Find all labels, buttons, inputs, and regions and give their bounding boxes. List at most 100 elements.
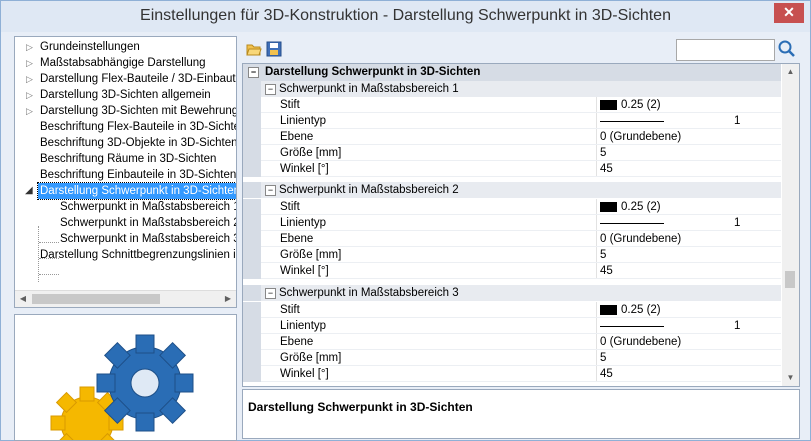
collapse-icon[interactable]: − bbox=[265, 185, 276, 196]
settings-tree[interactable]: ▷ Grundeinstellungen ▷ Maßstabsabhängige… bbox=[14, 36, 237, 308]
collapse-icon[interactable]: − bbox=[248, 67, 259, 78]
property-row-winkel[interactable]: Winkel [°] 45 bbox=[243, 161, 781, 177]
property-name: Ebene bbox=[280, 336, 314, 348]
property-value[interactable]: 5 bbox=[600, 350, 606, 366]
property-value[interactable]: 45 bbox=[600, 263, 613, 279]
tree-item-label: Grundeinstellungen bbox=[40, 41, 140, 53]
property-value[interactable]: 45 bbox=[600, 161, 613, 177]
expand-arrow-icon[interactable]: ▷ bbox=[26, 39, 36, 55]
grid-section-header[interactable]: − Darstellung Schwerpunkt in 3D-Sichten bbox=[243, 64, 781, 81]
tree-item-beschriftung-einbauteile[interactable]: Beschriftung Einbauteile in 3D-Sichten bbox=[40, 167, 236, 183]
line-sample bbox=[600, 223, 664, 224]
property-name: Linientyp bbox=[280, 320, 327, 332]
property-row-linientyp[interactable]: Linientyp 1 bbox=[243, 318, 781, 334]
tree-item-label: Beschriftung Einbauteile in 3D-Sichten bbox=[40, 169, 237, 181]
folder-open-icon[interactable] bbox=[246, 41, 262, 57]
group-header[interactable]: − Schwerpunkt in Maßstabsbereich 3 bbox=[243, 285, 781, 301]
property-value[interactable]: 1 bbox=[734, 318, 740, 334]
tree-item-label: Darstellung Schnittbegrenzungslinien in … bbox=[40, 249, 236, 261]
close-button[interactable]: ✕ bbox=[774, 3, 804, 23]
property-name: Linientyp bbox=[280, 217, 327, 229]
tree-item-bereich-2[interactable]: Schwerpunkt in Maßstabsbereich 2 bbox=[60, 215, 237, 231]
window-title: Einstellungen für 3D-Konstruktion - Dars… bbox=[140, 7, 671, 24]
scroll-right-icon[interactable]: ▶ bbox=[220, 291, 236, 307]
property-value[interactable]: 1 bbox=[734, 215, 740, 231]
tree-item-beschriftung-3d[interactable]: Beschriftung 3D-Objekte in 3D-Sichten bbox=[40, 135, 237, 151]
tree-item-label: Schwerpunkt in Maßstabsbereich 1 bbox=[60, 201, 237, 213]
tree-item-label: Schwerpunkt in Maßstabsbereich 2 bbox=[60, 217, 237, 229]
property-name: Stift bbox=[280, 201, 300, 213]
tree-item-label: Beschriftung 3D-Objekte in 3D-Sichten bbox=[40, 137, 237, 149]
scroll-up-icon[interactable]: ▲ bbox=[782, 64, 799, 80]
property-row-ebene[interactable]: Ebene 0 (Grundebene) bbox=[243, 231, 781, 247]
collapse-arrow-icon[interactable]: ◢ bbox=[25, 183, 35, 199]
property-name: Größe [mm] bbox=[280, 147, 342, 159]
description-title: Darstellung Schwerpunkt in 3D-Sichten bbox=[248, 400, 473, 414]
property-row-winkel[interactable]: Winkel [°] 45 bbox=[243, 263, 781, 279]
tree-item-label: Darstellung Flex-Bauteile / 3D-Einbautei… bbox=[40, 73, 237, 85]
collapse-icon[interactable]: − bbox=[265, 84, 276, 95]
save-settings-icon[interactable] bbox=[266, 41, 282, 57]
property-value[interactable]: 0 (Grundebene) bbox=[600, 334, 681, 350]
property-value[interactable]: 5 bbox=[600, 145, 606, 161]
property-row-stift[interactable]: Stift 0.25 (2) bbox=[243, 302, 781, 318]
collapse-icon[interactable]: − bbox=[265, 288, 276, 299]
property-value[interactable]: 0.25 (2) bbox=[621, 199, 661, 215]
pen-color-swatch bbox=[600, 100, 617, 110]
property-name: Ebene bbox=[280, 233, 314, 245]
property-row-linientyp[interactable]: Linientyp 1 bbox=[243, 113, 781, 129]
tree-item-label: Maßstabsabhängige Darstellung bbox=[40, 57, 206, 69]
property-value[interactable]: 0.25 (2) bbox=[621, 302, 661, 318]
property-name: Winkel [°] bbox=[280, 163, 329, 175]
property-value[interactable]: 5 bbox=[600, 247, 606, 263]
property-row-groesse[interactable]: Größe [mm] 5 bbox=[243, 145, 781, 161]
property-value[interactable]: 0 (Grundebene) bbox=[600, 231, 681, 247]
expand-arrow-icon[interactable]: ▷ bbox=[26, 71, 36, 87]
magnifier-icon[interactable] bbox=[777, 39, 797, 59]
property-row-ebene[interactable]: Ebene 0 (Grundebene) bbox=[243, 129, 781, 145]
tree-item-beschriftung-raeume[interactable]: Beschriftung Räume in 3D-Sichten bbox=[40, 151, 216, 167]
settings-window: Einstellungen für 3D-Konstruktion - Dars… bbox=[0, 0, 811, 441]
property-row-stift[interactable]: Stift 0.25 (2) bbox=[243, 199, 781, 215]
group-title: Schwerpunkt in Maßstabsbereich 2 bbox=[279, 184, 459, 196]
property-value[interactable]: 1 bbox=[734, 113, 740, 129]
property-row-linientyp[interactable]: Linientyp 1 bbox=[243, 215, 781, 231]
tree-item-label: Darstellung 3D-Sichten allgemein bbox=[40, 89, 211, 101]
property-row-winkel[interactable]: Winkel [°] 45 bbox=[243, 366, 781, 382]
group-title: Schwerpunkt in Maßstabsbereich 1 bbox=[279, 83, 459, 95]
property-value[interactable]: 45 bbox=[600, 366, 613, 382]
property-name: Stift bbox=[280, 304, 300, 316]
expand-arrow-icon[interactable]: ▷ bbox=[26, 103, 36, 119]
property-name: Größe [mm] bbox=[280, 249, 342, 261]
group-header[interactable]: − Schwerpunkt in Maßstabsbereich 2 bbox=[243, 182, 781, 198]
tree-item-bereich-1[interactable]: Schwerpunkt in Maßstabsbereich 1 bbox=[60, 199, 237, 215]
property-value[interactable]: 0.25 (2) bbox=[621, 97, 661, 113]
scroll-left-icon[interactable]: ◀ bbox=[15, 291, 31, 307]
scroll-down-icon[interactable]: ▼ bbox=[782, 370, 799, 386]
scrollbar-thumb[interactable] bbox=[32, 294, 160, 304]
tree-item-schnittbegrenzung[interactable]: Darstellung Schnittbegrenzungslinien in … bbox=[40, 247, 236, 263]
property-value[interactable]: 0 (Grundebene) bbox=[600, 129, 681, 145]
tree-item-label: Beschriftung Räume in 3D-Sichten bbox=[40, 153, 217, 165]
group-header[interactable]: − Schwerpunkt in Maßstabsbereich 1 bbox=[243, 81, 781, 97]
gears-icon bbox=[50, 334, 194, 440]
pen-color-swatch bbox=[600, 305, 617, 315]
expand-arrow-icon[interactable]: ▷ bbox=[26, 55, 36, 71]
tree-item-beschriftung-flex[interactable]: Beschriftung Flex-Bauteile in 3D-Sichten bbox=[40, 119, 236, 135]
tree-item-bereich-3[interactable]: Schwerpunkt in Maßstabsbereich 3 bbox=[60, 231, 236, 247]
property-row-groesse[interactable]: Größe [mm] 5 bbox=[243, 247, 781, 263]
search-input[interactable] bbox=[676, 39, 775, 61]
grid-vertical-scrollbar[interactable]: ▲ ▼ bbox=[782, 64, 799, 386]
property-grid[interactable]: − Darstellung Schwerpunkt in 3D-Sichten … bbox=[242, 63, 800, 387]
property-name: Größe [mm] bbox=[280, 352, 342, 364]
tree-item-label: Darstellung 3D-Sichten mit Bewehrung bbox=[40, 105, 237, 117]
property-row-stift[interactable]: Stift 0.25 (2) bbox=[243, 97, 781, 113]
line-sample bbox=[600, 121, 664, 122]
tree-horizontal-scrollbar[interactable]: ◀ ▶ bbox=[15, 290, 236, 307]
scrollbar-thumb[interactable] bbox=[785, 271, 795, 288]
property-row-groesse[interactable]: Größe [mm] 5 bbox=[243, 350, 781, 366]
expand-arrow-icon[interactable]: ▷ bbox=[26, 87, 36, 103]
property-name: Ebene bbox=[280, 131, 314, 143]
section-title: Darstellung Schwerpunkt in 3D-Sichten bbox=[265, 66, 481, 78]
property-row-ebene[interactable]: Ebene 0 (Grundebene) bbox=[243, 334, 781, 350]
